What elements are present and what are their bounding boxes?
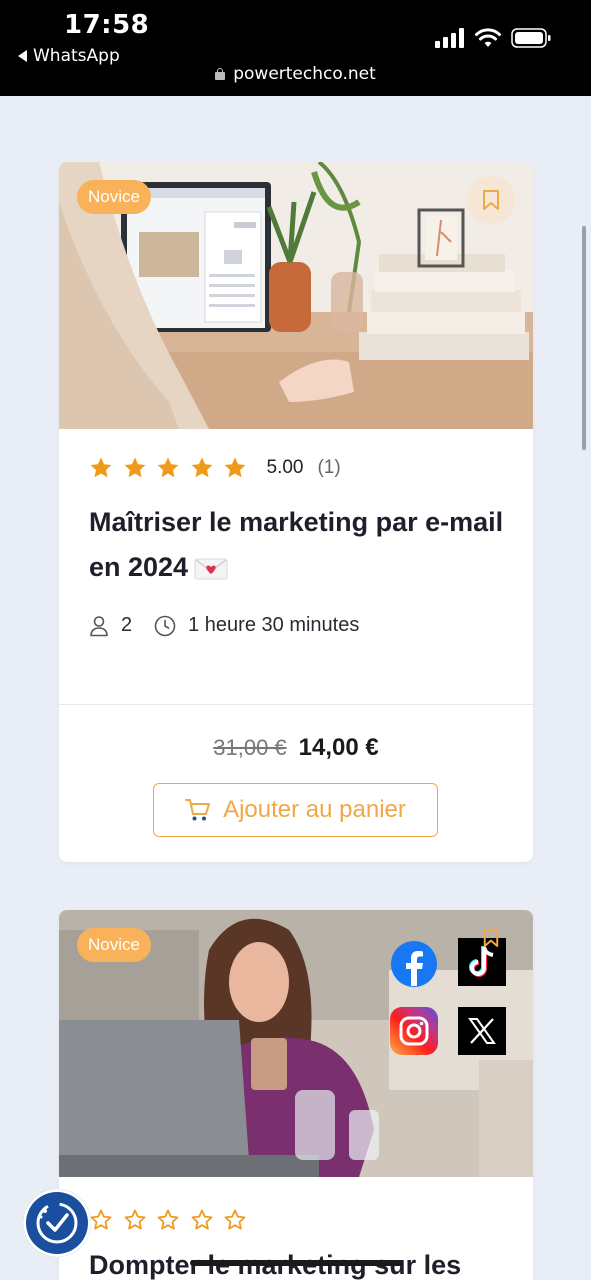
star-icon: [191, 457, 212, 478]
battery-icon: [511, 28, 551, 48]
level-badge: Novice: [77, 928, 151, 962]
course-title: Maîtriser le marketing par e-mail en 202…: [89, 507, 504, 582]
old-price: 31,00 €: [213, 735, 287, 760]
bookmark-button[interactable]: [477, 924, 505, 952]
user-icon: [90, 615, 108, 636]
rating-value: 5.00: [266, 457, 304, 478]
star-icon: [90, 457, 112, 478]
divider: [59, 704, 533, 705]
course-meta: 2 1 heure 30 minutes: [89, 614, 359, 637]
rating-count: (1): [317, 457, 341, 478]
bookmark-icon: [483, 929, 499, 947]
student-count: 2: [121, 614, 133, 636]
rating: 5.00 (1): [89, 456, 341, 480]
status-bar: 17:58 WhatsApp powertechco.net: [0, 0, 591, 96]
back-arrow-icon: [18, 50, 27, 62]
level-badge: Novice: [77, 180, 151, 214]
accessibility-button[interactable]: [23, 1189, 91, 1257]
wifi-icon: [475, 28, 501, 47]
star-outline-icon: [90, 1209, 112, 1230]
add-to-cart-button[interactable]: Ajouter au panier: [153, 783, 438, 837]
signal-icon: [435, 28, 464, 48]
star-outline-icon: [157, 1209, 179, 1230]
url-text: powertechco.net: [233, 64, 376, 84]
star-outline-icon: [124, 1209, 145, 1230]
bookmark-icon: [483, 190, 499, 210]
star-outline-icon: [191, 1209, 212, 1230]
price: 31,00 € 14,00 €: [59, 734, 533, 762]
love-letter-icon: [194, 558, 228, 580]
page-scrollbar[interactable]: [582, 226, 586, 450]
course-duration: 1 heure 30 minutes: [188, 614, 360, 636]
course-title-link[interactable]: Maîtriser le marketing par e-mail en 202…: [89, 500, 509, 590]
home-indicator[interactable]: [190, 1260, 402, 1266]
course-thumbnail[interactable]: Novice: [59, 910, 533, 1177]
course-card[interactable]: Novice Dompter le marketing sur les: [59, 910, 533, 1280]
course-thumbnail[interactable]: Novice: [59, 162, 533, 429]
x-icon: [458, 1007, 506, 1055]
accessibility-icon: [36, 1202, 78, 1244]
star-icon: [124, 457, 145, 478]
star-icon: [224, 457, 246, 478]
current-price: 14,00 €: [298, 734, 379, 761]
facebook-icon: [390, 940, 438, 988]
rating: [89, 1208, 257, 1232]
star-outline-icon: [224, 1209, 246, 1230]
cart-icon: [185, 799, 211, 821]
clock: 17:58: [64, 10, 150, 40]
bookmark-button[interactable]: [467, 176, 515, 224]
system-icons: [435, 28, 551, 48]
course-card[interactable]: Novice 5.00 (1) Maîtriser le marketing p…: [59, 162, 533, 862]
back-app-label: WhatsApp: [33, 46, 120, 66]
lock-icon: [215, 68, 226, 80]
clock-icon: [154, 615, 176, 636]
add-to-cart-label: Ajouter au panier: [223, 796, 406, 823]
address-bar[interactable]: powertechco.net: [0, 64, 591, 84]
star-icon: [157, 457, 179, 478]
instagram-icon: [390, 1007, 438, 1055]
back-to-app-link[interactable]: WhatsApp: [18, 46, 120, 66]
